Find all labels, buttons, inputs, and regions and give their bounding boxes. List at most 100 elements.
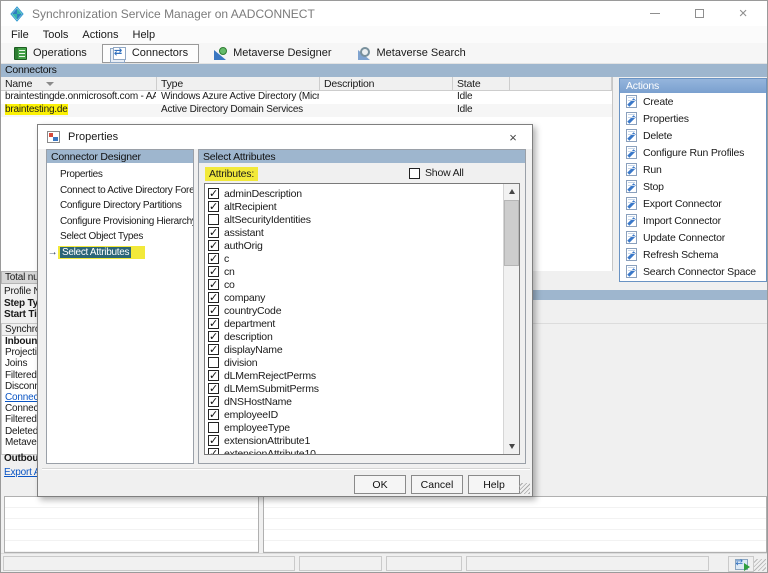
attribute-checkbox[interactable] xyxy=(208,447,219,454)
toolbar-button[interactable]: Operations xyxy=(3,44,98,63)
attribute-checkbox[interactable] xyxy=(208,330,219,343)
status-section xyxy=(3,556,295,571)
attribute-checkbox[interactable] xyxy=(208,422,219,433)
attribute-checkbox[interactable] xyxy=(208,291,219,304)
attribute-row[interactable]: department xyxy=(208,317,519,330)
action-item[interactable]: Run xyxy=(620,161,766,178)
select-attributes-header: Select Attributes xyxy=(199,150,525,163)
cancel-button[interactable]: Cancel xyxy=(411,475,463,494)
help-button[interactable]: Help xyxy=(468,475,520,494)
action-item[interactable]: Update Connector xyxy=(620,229,766,246)
toolbar-button[interactable]: Connectors xyxy=(101,43,200,63)
status-icon-box[interactable] xyxy=(728,556,754,572)
dialog-nav-item[interactable]: → Connect to Active Directory Forest xyxy=(47,183,193,199)
action-item[interactable]: Delete xyxy=(620,127,766,144)
show-all-checkbox[interactable] xyxy=(409,167,420,179)
dialog-nav-item[interactable]: → Configure Provisioning Hierarchy xyxy=(47,214,193,230)
table-row[interactable]: braintestingde.onmicrosoft.com - AAD Win… xyxy=(1,91,612,104)
scroll-up-icon xyxy=(508,189,515,194)
attribute-row[interactable]: dNSHostName xyxy=(208,395,519,408)
attribute-row[interactable]: c xyxy=(208,252,519,265)
dialog-close-button[interactable]: × xyxy=(502,128,524,146)
dialog-nav-item[interactable]: → Select Attributes xyxy=(47,245,193,261)
attribute-checkbox[interactable] xyxy=(208,304,219,317)
menu-item[interactable]: Actions xyxy=(75,27,125,43)
attribute-checkbox[interactable] xyxy=(208,265,219,278)
attribute-checkbox[interactable] xyxy=(208,343,219,356)
attribute-checkbox[interactable] xyxy=(208,214,219,225)
attribute-row[interactable]: altSecurityIdentities xyxy=(208,213,519,226)
action-item[interactable]: Create xyxy=(620,93,766,110)
scroll-up-button[interactable] xyxy=(504,184,519,199)
attribute-checkbox[interactable] xyxy=(208,252,219,265)
attribute-checkbox[interactable] xyxy=(208,408,219,421)
attribute-row[interactable]: description xyxy=(208,330,519,343)
attribute-row[interactable]: co xyxy=(208,278,519,291)
attribute-row[interactable]: adminDescription xyxy=(208,187,519,200)
attributes-scrollbar[interactable] xyxy=(503,184,519,454)
attribute-checkbox[interactable] xyxy=(208,369,219,382)
attribute-row[interactable]: dLMemRejectPerms xyxy=(208,369,519,382)
column-header-description[interactable]: Description xyxy=(320,77,453,91)
properties-dialog-icon xyxy=(47,131,60,143)
attribute-row[interactable]: dLMemSubmitPerms xyxy=(208,382,519,395)
properties-dialog: Properties × Connector Designer → Proper… xyxy=(37,124,533,497)
attribute-checkbox[interactable] xyxy=(208,382,219,395)
select-attributes-panel: Select Attributes Attributes: Show All a… xyxy=(198,149,526,464)
attribute-checkbox[interactable] xyxy=(208,226,219,239)
maximize-icon xyxy=(694,9,704,18)
attribute-row[interactable]: displayName xyxy=(208,343,519,356)
dialog-nav-item[interactable]: → Configure Directory Partitions xyxy=(47,198,193,214)
attribute-checkbox[interactable] xyxy=(208,357,219,368)
minimize-button[interactable] xyxy=(639,1,671,26)
attribute-checkbox[interactable] xyxy=(208,200,219,213)
attribute-row[interactable]: division xyxy=(208,356,519,369)
task-icon xyxy=(626,95,637,108)
dialog-nav-item[interactable]: → Properties xyxy=(47,167,193,183)
actions-list: Create Properties Delete Configure Run P… xyxy=(620,93,766,280)
toolbar-button[interactable]: Metaverse Designer xyxy=(203,44,342,63)
toolbar-button[interactable]: Metaverse Search xyxy=(347,44,477,63)
attribute-row[interactable]: extensionAttribute1 xyxy=(208,434,519,447)
action-item[interactable]: Configure Run Profiles xyxy=(620,144,766,161)
menu-item[interactable]: Help xyxy=(126,27,163,43)
attribute-checkbox[interactable] xyxy=(208,317,219,330)
ok-button[interactable]: OK xyxy=(354,475,406,494)
attribute-row[interactable]: altRecipient xyxy=(208,200,519,213)
scroll-down-button[interactable] xyxy=(504,439,519,454)
attribute-row[interactable]: company xyxy=(208,291,519,304)
attribute-row[interactable]: authOrig xyxy=(208,239,519,252)
attribute-row[interactable]: countryCode xyxy=(208,304,519,317)
action-item[interactable]: Export Connector xyxy=(620,195,766,212)
action-item[interactable]: Import Connector xyxy=(620,212,766,229)
attribute-checkbox[interactable] xyxy=(208,187,219,200)
close-window-button[interactable]: × xyxy=(727,1,759,26)
task-icon xyxy=(626,265,637,278)
attribute-checkbox[interactable] xyxy=(208,239,219,252)
attribute-row[interactable]: employeeID xyxy=(208,408,519,421)
column-header-state[interactable]: State xyxy=(453,77,510,91)
actions-panel: Actions Create Properties Delete Configu… xyxy=(619,78,767,282)
attribute-row[interactable]: cn xyxy=(208,265,519,278)
attribute-row[interactable]: assistant xyxy=(208,226,519,239)
menu-item[interactable]: Tools xyxy=(36,27,76,43)
attribute-checkbox[interactable] xyxy=(208,434,219,447)
column-header-name[interactable]: Name xyxy=(1,77,157,91)
column-header-type[interactable]: Type xyxy=(157,77,320,91)
action-item[interactable]: Properties xyxy=(620,110,766,127)
table-row[interactable]: braintesting.de Active Directory Domain … xyxy=(1,104,612,117)
bottom-list-panel-left xyxy=(4,496,259,553)
attribute-row[interactable]: extensionAttribute10 xyxy=(208,447,519,454)
menu-item[interactable]: File xyxy=(4,27,36,43)
window-resize-grip[interactable] xyxy=(754,559,766,571)
attribute-row[interactable]: employeeType xyxy=(208,421,519,434)
dialog-resize-grip[interactable] xyxy=(519,483,530,494)
action-item[interactable]: Refresh Schema xyxy=(620,246,766,263)
action-item[interactable]: Stop xyxy=(620,178,766,195)
scrollbar-thumb[interactable] xyxy=(504,200,519,266)
attribute-checkbox[interactable] xyxy=(208,395,219,408)
dialog-nav-item[interactable]: → Select Object Types xyxy=(47,229,193,245)
action-item[interactable]: Search Connector Space xyxy=(620,263,766,280)
maximize-button[interactable] xyxy=(683,1,715,26)
attribute-checkbox[interactable] xyxy=(208,278,219,291)
